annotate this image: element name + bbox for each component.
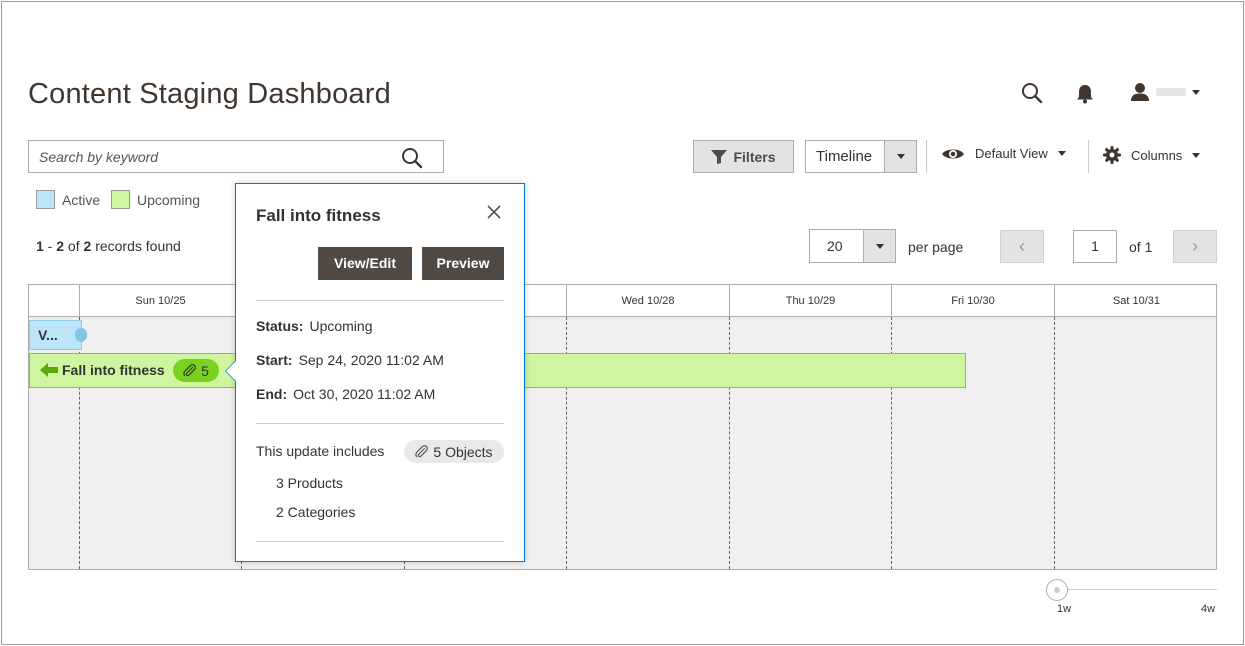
popup-pointer <box>225 360 236 382</box>
status-row: Status: Upcoming <box>256 318 373 334</box>
columns-dropdown[interactable]: Columns <box>1103 146 1201 164</box>
popup-title: Fall into fitness <box>256 206 381 225</box>
paperclip-icon <box>415 445 429 458</box>
chevron-right-icon: › <box>1192 236 1198 256</box>
toolbar-divider <box>926 140 927 173</box>
objects-count: 5 <box>201 362 209 379</box>
chevron-down-icon <box>1192 152 1201 158</box>
status-value: Upcoming <box>309 318 373 334</box>
view-mode-value: Timeline <box>816 148 873 165</box>
objects-count-badge[interactable]: 5 <box>173 359 219 382</box>
per-page-select[interactable]: 20 <box>809 229 896 263</box>
per-page-dropdown-button[interactable] <box>863 230 895 262</box>
notifications-button[interactable] <box>1076 84 1094 109</box>
zoom-slider-handle[interactable] <box>1046 579 1068 601</box>
global-search-button[interactable] <box>1021 82 1043 109</box>
search-icon <box>402 148 423 169</box>
close-button[interactable] <box>486 204 502 225</box>
legend-swatch-active <box>36 190 55 209</box>
legend-swatch-upcoming <box>111 190 130 209</box>
objects-indicator <box>75 328 87 342</box>
day-divider <box>1054 317 1055 569</box>
upcoming-bar-title: Fall into fitness <box>62 362 165 378</box>
view-mode-dropdown-button[interactable] <box>884 141 916 172</box>
day-header: Thu 10/29 <box>729 285 891 317</box>
close-icon <box>487 205 501 219</box>
list-item: 2 Categories <box>276 504 356 520</box>
day-header: Fri 10/30 <box>891 285 1054 317</box>
legend-item-active: Active <box>36 190 100 209</box>
eye-icon <box>942 149 964 158</box>
divider <box>256 423 504 424</box>
page-title: Content Staging Dashboard <box>28 78 391 110</box>
timeline-grid: Sun 10/25 Wed 10/28 Thu 10/29 Fri 10/30 … <box>28 284 1217 570</box>
page-number-input[interactable]: 1 <box>1073 230 1117 263</box>
columns-label: Columns <box>1131 147 1183 163</box>
list-item: 3 Products <box>276 475 343 491</box>
user-name <box>1156 88 1186 96</box>
search-submit-button[interactable] <box>401 147 423 174</box>
arrow-left-icon <box>40 363 58 377</box>
default-view-label: Default View <box>975 146 1048 161</box>
preview-button[interactable]: Preview <box>422 247 504 280</box>
next-page-button[interactable]: › <box>1173 230 1217 263</box>
zoom-max-label: 4w <box>1201 603 1216 615</box>
chevron-down-icon <box>875 243 884 249</box>
funnel-icon <box>711 149 728 164</box>
legend-label: Upcoming <box>137 191 201 208</box>
start-value: Sep 24, 2020 11:02 AM <box>298 352 444 368</box>
timeline-header: Sun 10/25 Wed 10/28 Thu 10/29 Fri 10/30 … <box>29 285 1216 317</box>
chevron-down-icon <box>896 154 905 159</box>
search-icon <box>1022 83 1043 104</box>
day-header: Wed 10/28 <box>566 285 729 317</box>
end-row: End: Oct 30, 2020 11:02 AM <box>256 386 436 402</box>
legend-label: Active <box>62 191 101 208</box>
chevron-left-icon: ‹ <box>1019 236 1025 256</box>
day-header: Sat 10/31 <box>1054 285 1216 317</box>
active-bar-label: V... <box>38 327 58 343</box>
start-row: Start: Sep 24, 2020 11:02 AM <box>256 352 444 368</box>
prev-page-button[interactable]: ‹ <box>1000 230 1044 263</box>
per-page-value: 20 <box>827 238 843 254</box>
gear-icon <box>1103 146 1121 164</box>
zoom-slider-track[interactable] <box>1057 589 1217 590</box>
default-view-dropdown[interactable]: Default View <box>941 146 1066 161</box>
filters-label: Filters <box>733 148 776 165</box>
zoom-min-label: 1w <box>1057 603 1072 615</box>
objects-badge: 5 Objects <box>404 440 504 463</box>
timeline-bar-active[interactable]: V... <box>29 320 87 350</box>
objects-badge-label: 5 Objects <box>433 443 493 460</box>
view-edit-button[interactable]: View/Edit <box>318 247 412 280</box>
chevron-down-icon <box>1057 151 1066 156</box>
filters-button[interactable]: Filters <box>693 140 794 173</box>
toolbar-divider <box>1088 140 1089 173</box>
page-total-label: of 1 <box>1129 239 1153 255</box>
day-header: Sun 10/25 <box>79 285 241 317</box>
day-header <box>29 285 79 317</box>
user-menu[interactable] <box>1130 82 1200 102</box>
bell-icon <box>1077 85 1093 104</box>
includes-label: This update includes <box>256 443 385 459</box>
update-details-popup: Fall into fitness View/Edit Preview Stat… <box>225 183 525 562</box>
end-value: Oct 30, 2020 11:02 AM <box>293 386 436 402</box>
search-box <box>28 140 444 173</box>
records-count: 1 - 2 of 2 records found <box>36 238 181 254</box>
user-icon <box>1131 83 1149 101</box>
divider <box>256 541 504 542</box>
chevron-down-icon <box>1192 89 1200 95</box>
view-mode-select[interactable]: Timeline <box>805 140 917 173</box>
legend-item-upcoming: Upcoming <box>111 190 200 209</box>
per-page-label: per page <box>908 239 964 255</box>
upcoming-bar-label: Fall into fitness <box>40 362 165 378</box>
paperclip-icon <box>183 364 196 377</box>
search-input[interactable] <box>29 148 389 165</box>
divider <box>256 300 504 301</box>
